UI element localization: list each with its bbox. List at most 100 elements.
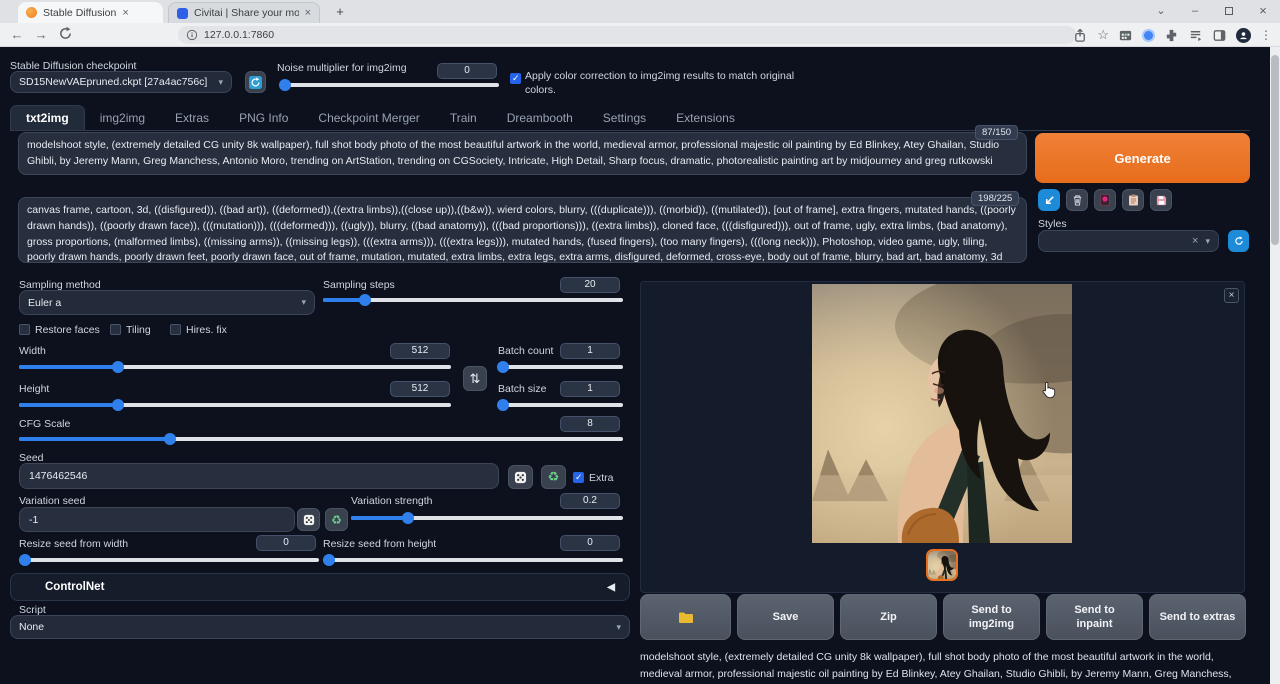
site-info-icon[interactable] [186, 29, 198, 41]
save-button[interactable]: Save [737, 594, 834, 640]
width-value[interactable]: 512 [390, 343, 450, 359]
resize-seed-width-label: Resize seed from width [19, 538, 128, 550]
forward-button[interactable]: → [32, 26, 50, 44]
controlnet-accordion[interactable]: ControlNet ◀ [10, 573, 630, 601]
checkpoint-dropdown[interactable]: SD15NewVAEpruned.ckpt [27a4ac756c] ▾ [10, 71, 232, 93]
paste-params-button[interactable] [1038, 189, 1060, 211]
page-scrollbar[interactable] [1270, 47, 1280, 684]
reading-list-icon[interactable] [1188, 28, 1203, 43]
send-to-img2img-button[interactable]: Send to img2img [943, 594, 1040, 640]
cfg-scale-value[interactable]: 8 [560, 416, 620, 432]
swap-dimensions-button[interactable]: ⇅ [463, 366, 487, 391]
prompt-input[interactable]: modelshoot style, (extremely detailed CG… [18, 132, 1027, 175]
tab-train[interactable]: Train [435, 106, 492, 130]
tab-settings[interactable]: Settings [588, 106, 661, 130]
tab-extras[interactable]: Extras [160, 106, 224, 130]
browser-tab-civitai[interactable]: Civitai | Share your models × [168, 2, 320, 23]
close-gallery-button[interactable]: × [1224, 288, 1239, 303]
back-button[interactable]: ← [8, 26, 26, 44]
scrollbar-thumb[interactable] [1271, 55, 1279, 245]
styles-dropdown[interactable]: × ▾ [1038, 230, 1219, 252]
batch-count-value[interactable]: 1 [560, 343, 620, 359]
variation-strength-value[interactable]: 0.2 [560, 493, 620, 509]
tiling-checkbox[interactable] [110, 324, 121, 335]
refresh-styles-button[interactable] [1228, 230, 1249, 252]
mouse-cursor [1040, 381, 1056, 404]
noise-multiplier-value[interactable]: 0 [437, 63, 497, 79]
browser-toolbar: ← → 127.0.0.1:7860 ☆ ⋮ [0, 23, 1280, 47]
random-seed-button[interactable] [508, 465, 533, 489]
style-card-button[interactable] [1094, 189, 1116, 211]
extension-grid-icon[interactable] [1118, 28, 1133, 43]
blue-extension-icon[interactable] [1142, 29, 1155, 42]
color-correction-checkbox[interactable] [510, 73, 521, 84]
gallery-thumbnail-selected[interactable] [926, 549, 958, 581]
tab-close-icon[interactable]: × [305, 7, 311, 19]
batch-size-value[interactable]: 1 [560, 381, 620, 397]
extra-label: Extra [589, 472, 614, 484]
tiling-label: Tiling [126, 324, 151, 336]
extensions-puzzle-icon[interactable] [1164, 28, 1179, 43]
maximize-button[interactable] [1212, 0, 1246, 23]
save-style-button[interactable] [1150, 189, 1172, 211]
sampling-steps-slider[interactable] [323, 298, 623, 302]
send-to-extras-button[interactable]: Send to extras [1149, 594, 1246, 640]
negative-prompt-input[interactable]: canvas frame, cartoon, 3d, ((disfigured)… [18, 197, 1027, 263]
resize-seed-width-value[interactable]: 0 [256, 535, 316, 551]
reuse-seed-button[interactable]: ♻ [541, 465, 566, 489]
bookmark-star-icon[interactable]: ☆ [1097, 27, 1109, 43]
tab-png-info[interactable]: PNG Info [224, 106, 303, 130]
zip-button[interactable]: Zip [840, 594, 937, 640]
height-value[interactable]: 512 [390, 381, 450, 397]
batch-count-slider[interactable] [498, 365, 623, 369]
extra-seed-checkbox[interactable] [573, 472, 584, 483]
tab-dreambooth[interactable]: Dreambooth [492, 106, 588, 130]
refresh-checkpoints-button[interactable] [245, 71, 266, 93]
generate-button[interactable]: Generate [1035, 133, 1250, 183]
sampling-steps-value[interactable]: 20 [560, 277, 620, 293]
reload-button[interactable] [56, 26, 74, 44]
side-panel-icon[interactable] [1212, 28, 1227, 43]
generated-image[interactable] [812, 284, 1072, 543]
clear-prompt-button[interactable] [1066, 189, 1088, 211]
hires-fix-checkbox[interactable] [170, 324, 181, 335]
height-label: Height [19, 383, 49, 395]
tab-close-icon[interactable]: × [122, 7, 128, 19]
tab-img2img[interactable]: img2img [85, 106, 160, 130]
generated-image-art [812, 284, 1072, 543]
tab-checkpoint-merger[interactable]: Checkpoint Merger [303, 106, 434, 130]
script-dropdown[interactable]: None ▾ [10, 615, 630, 639]
width-slider[interactable] [19, 365, 451, 369]
noise-multiplier-slider[interactable] [281, 83, 499, 87]
window-chevron-icon[interactable]: ⌄ [1144, 0, 1178, 23]
restore-faces-checkbox[interactable] [19, 324, 30, 335]
resize-seed-width-slider[interactable] [19, 558, 319, 562]
browser-tab-stable-diffusion[interactable]: Stable Diffusion × [18, 2, 163, 23]
send-to-inpaint-button[interactable]: Send to inpaint [1046, 594, 1143, 640]
profile-avatar[interactable] [1236, 28, 1251, 43]
person-icon [1239, 31, 1248, 40]
close-window-button[interactable]: × [1246, 0, 1280, 23]
minimize-button[interactable]: – [1178, 0, 1212, 23]
tab-extensions[interactable]: Extensions [661, 106, 750, 130]
random-variation-seed-button[interactable] [297, 508, 320, 531]
seed-input[interactable]: 1476462546 [19, 463, 499, 489]
variation-seed-input[interactable]: -1 [19, 507, 295, 532]
cfg-scale-slider[interactable] [19, 437, 623, 441]
batch-size-slider[interactable] [498, 403, 623, 407]
clear-styles-icon[interactable]: × [1192, 235, 1198, 247]
resize-seed-height-value[interactable]: 0 [560, 535, 620, 551]
height-slider[interactable] [19, 403, 451, 407]
share-icon[interactable] [1073, 28, 1088, 43]
variation-strength-slider[interactable] [351, 516, 623, 520]
tab-txt2img[interactable]: txt2img [10, 105, 85, 130]
address-bar[interactable]: 127.0.0.1:7860 [178, 26, 1076, 44]
sampling-method-dropdown[interactable]: Euler a ▾ [19, 290, 315, 315]
resize-seed-height-slider[interactable] [323, 558, 623, 562]
reuse-variation-seed-button[interactable]: ♻ [325, 508, 348, 531]
open-folder-button[interactable] [640, 594, 731, 640]
apply-style-button[interactable] [1122, 189, 1144, 211]
folder-icon [678, 611, 694, 624]
browser-menu-icon[interactable]: ⋮ [1260, 28, 1272, 42]
new-tab-button[interactable]: + [332, 4, 348, 20]
